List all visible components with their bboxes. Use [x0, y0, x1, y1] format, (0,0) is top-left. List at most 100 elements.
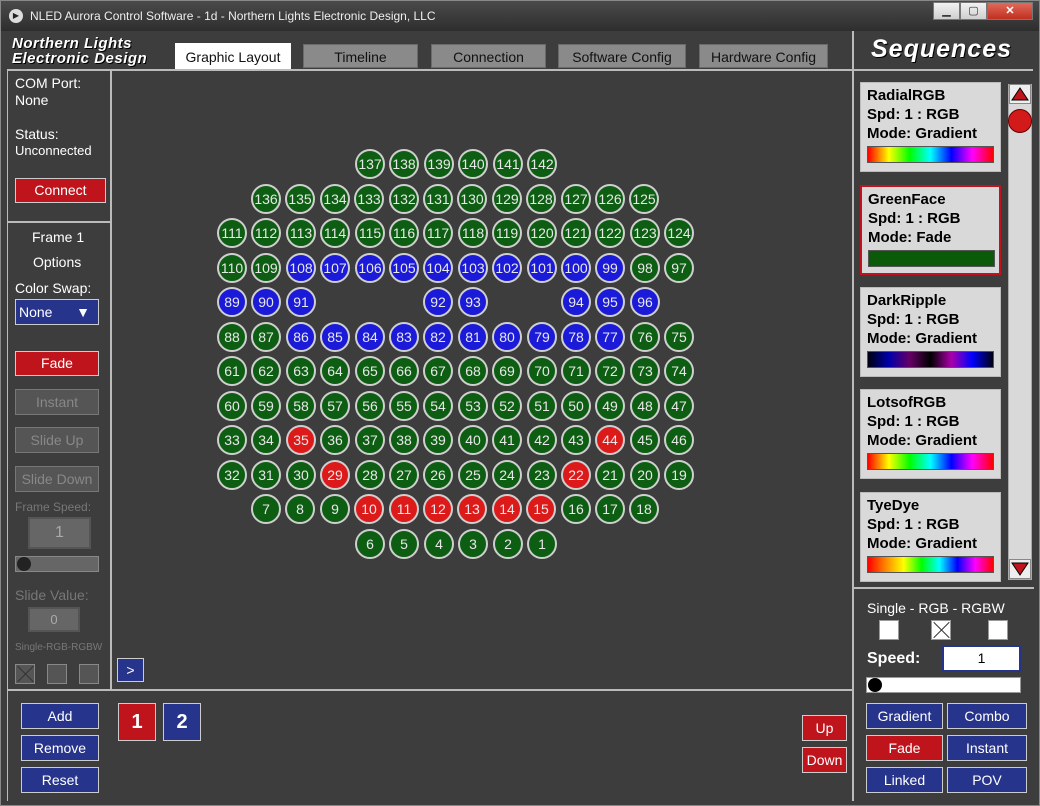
led-15[interactable]: 15 — [526, 494, 556, 524]
led-76[interactable]: 76 — [630, 322, 660, 352]
led-103[interactable]: 103 — [458, 253, 488, 283]
led-78[interactable]: 78 — [561, 322, 591, 352]
led-127[interactable]: 127 — [561, 184, 591, 214]
led-84[interactable]: 84 — [355, 322, 385, 352]
led-20[interactable]: 20 — [630, 460, 660, 490]
led-40[interactable]: 40 — [458, 425, 488, 455]
seq-rgb-checkbox[interactable] — [931, 620, 951, 640]
led-108[interactable]: 108 — [286, 253, 316, 283]
led-57[interactable]: 57 — [320, 391, 350, 421]
up-button[interactable]: Up — [802, 715, 847, 741]
led-72[interactable]: 72 — [595, 356, 625, 386]
seq-rgbw-checkbox[interactable] — [988, 620, 1008, 640]
led-90[interactable]: 90 — [251, 287, 281, 317]
led-88[interactable]: 88 — [217, 322, 247, 352]
led-19[interactable]: 19 — [664, 460, 694, 490]
led-123[interactable]: 123 — [630, 218, 660, 248]
led-29[interactable]: 29 — [320, 460, 350, 490]
led-122[interactable]: 122 — [595, 218, 625, 248]
led-59[interactable]: 59 — [251, 391, 281, 421]
led-52[interactable]: 52 — [492, 391, 522, 421]
tab-software-config[interactable]: Software Config — [558, 44, 686, 68]
led-110[interactable]: 110 — [217, 253, 247, 283]
led-14[interactable]: 14 — [492, 494, 522, 524]
speed-slider[interactable] — [866, 677, 1021, 693]
speed-input[interactable]: 1 — [942, 645, 1021, 672]
sequence-card[interactable]: RadialRGB Spd: 1 : RGB Mode: Gradient — [860, 82, 1001, 172]
led-32[interactable]: 32 — [217, 460, 247, 490]
led-30[interactable]: 30 — [286, 460, 316, 490]
led-26[interactable]: 26 — [423, 460, 453, 490]
led-113[interactable]: 113 — [286, 218, 316, 248]
led-91[interactable]: 91 — [286, 287, 316, 317]
led-98[interactable]: 98 — [630, 253, 660, 283]
led-128[interactable]: 128 — [526, 184, 556, 214]
led-121[interactable]: 121 — [561, 218, 591, 248]
led-38[interactable]: 38 — [389, 425, 419, 455]
led-131[interactable]: 131 — [423, 184, 453, 214]
sequence-card[interactable]: DarkRipple Spd: 1 : RGB Mode: Gradient — [860, 287, 1001, 377]
pov-button[interactable]: POV — [947, 767, 1027, 793]
led-41[interactable]: 41 — [492, 425, 522, 455]
slide-down-button[interactable]: Slide Down — [15, 466, 99, 492]
slide-value-input[interactable]: 0 — [28, 607, 80, 632]
led-139[interactable]: 139 — [424, 149, 454, 179]
led-135[interactable]: 135 — [285, 184, 315, 214]
led-68[interactable]: 68 — [458, 356, 488, 386]
led-100[interactable]: 100 — [561, 253, 591, 283]
led-112[interactable]: 112 — [251, 218, 281, 248]
led-12[interactable]: 12 — [423, 494, 453, 524]
led-47[interactable]: 47 — [664, 391, 694, 421]
led-81[interactable]: 81 — [458, 322, 488, 352]
gradient-button[interactable]: Gradient — [866, 703, 943, 729]
connect-button[interactable]: Connect — [15, 178, 106, 203]
led-137[interactable]: 137 — [355, 149, 385, 179]
led-99[interactable]: 99 — [595, 253, 625, 283]
seq-instant-button[interactable]: Instant — [947, 735, 1027, 761]
led-42[interactable]: 42 — [527, 425, 557, 455]
led-11[interactable]: 11 — [389, 494, 419, 524]
minimize-button[interactable]: ▁ — [933, 2, 960, 20]
led-54[interactable]: 54 — [423, 391, 453, 421]
scroll-down-button[interactable] — [1009, 559, 1031, 579]
led-23[interactable]: 23 — [527, 460, 557, 490]
led-129[interactable]: 129 — [492, 184, 522, 214]
seq-single-checkbox[interactable] — [879, 620, 899, 640]
led-33[interactable]: 33 — [217, 425, 247, 455]
color-swap-select[interactable]: None ▼ — [15, 299, 99, 325]
led-65[interactable]: 65 — [355, 356, 385, 386]
led-107[interactable]: 107 — [320, 253, 350, 283]
down-button[interactable]: Down — [802, 747, 847, 773]
led-134[interactable]: 134 — [320, 184, 350, 214]
tab-connection[interactable]: Connection — [431, 44, 546, 68]
scroll-thumb[interactable] — [1008, 109, 1032, 133]
led-92[interactable]: 92 — [423, 287, 453, 317]
led-101[interactable]: 101 — [527, 253, 557, 283]
led-18[interactable]: 18 — [629, 494, 659, 524]
led-114[interactable]: 114 — [320, 218, 350, 248]
led-7[interactable]: 7 — [251, 494, 281, 524]
linked-button[interactable]: Linked — [866, 767, 943, 793]
led-44[interactable]: 44 — [595, 425, 625, 455]
remove-button[interactable]: Remove — [21, 735, 99, 761]
led-43[interactable]: 43 — [561, 425, 591, 455]
led-142[interactable]: 142 — [527, 149, 557, 179]
frame-single-checkbox[interactable] — [15, 664, 35, 684]
led-133[interactable]: 133 — [354, 184, 384, 214]
led-63[interactable]: 63 — [286, 356, 316, 386]
led-49[interactable]: 49 — [595, 391, 625, 421]
sequence-card[interactable]: LotsofRGB Spd: 1 : RGB Mode: Gradient — [860, 389, 1001, 479]
led-140[interactable]: 140 — [458, 149, 488, 179]
led-56[interactable]: 56 — [355, 391, 385, 421]
sequence-card[interactable]: GreenFace Spd: 1 : RGB Mode: Fade — [860, 185, 1001, 275]
frame-fade-button[interactable]: Fade — [15, 351, 99, 376]
led-69[interactable]: 69 — [492, 356, 522, 386]
tab-timeline[interactable]: Timeline — [303, 44, 418, 68]
slide-up-button[interactable]: Slide Up — [15, 427, 99, 453]
led-73[interactable]: 73 — [630, 356, 660, 386]
slider-knob[interactable] — [17, 557, 31, 571]
led-34[interactable]: 34 — [251, 425, 281, 455]
led-138[interactable]: 138 — [389, 149, 419, 179]
led-80[interactable]: 80 — [492, 322, 522, 352]
led-21[interactable]: 21 — [595, 460, 625, 490]
